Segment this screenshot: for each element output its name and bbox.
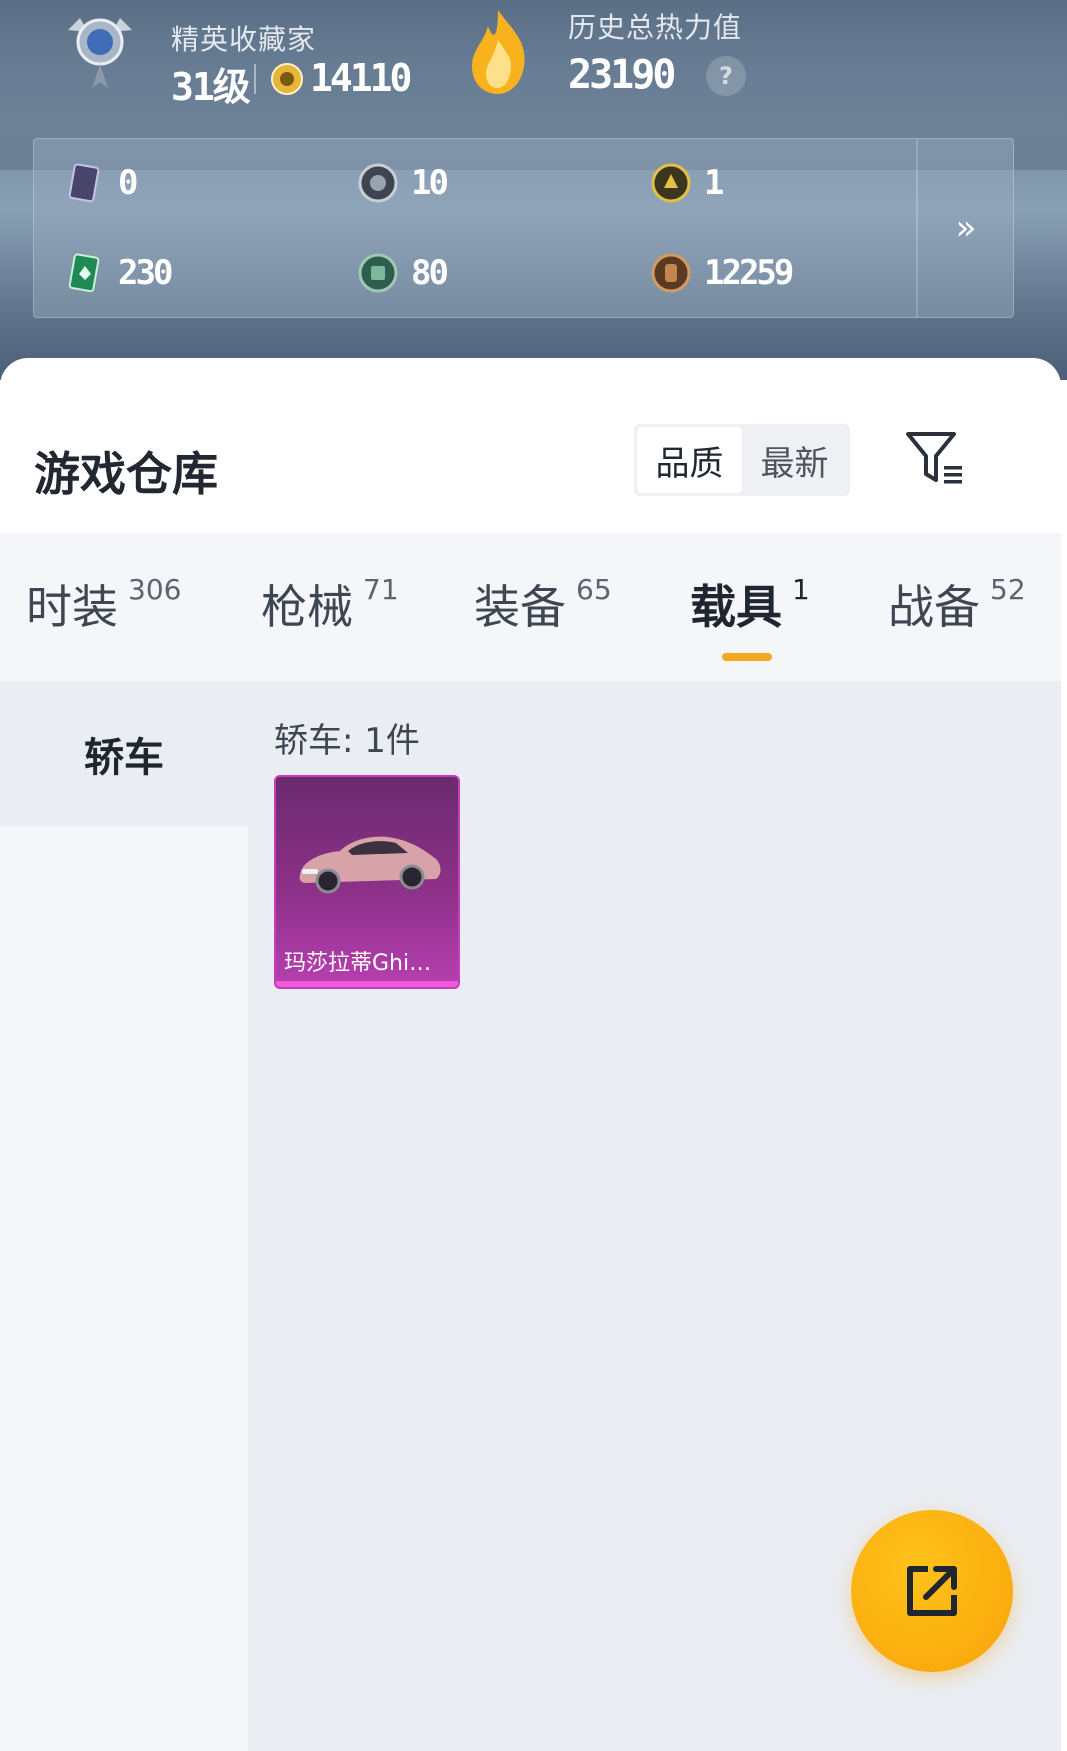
sidebar-item-sedan[interactable]: 轿车 (0, 681, 248, 826)
share-export-button[interactable] (851, 1510, 1013, 1672)
currency-value: 0 (118, 163, 139, 203)
collector-level-block[interactable]: 精英收藏家 31级 14110 (58, 8, 478, 109)
currency-value: 230 (118, 253, 173, 293)
currency-item: 0 (64, 161, 139, 205)
currency-item: 80 (357, 251, 449, 295)
tab-label: 装备 (474, 580, 566, 634)
currency-value: 12259 (704, 253, 794, 293)
more-currencies-button[interactable]: » (918, 139, 1014, 317)
profile-banner: 精英收藏家 31级 14110 历史总热力值 23190 ? 0 10 1 23… (0, 0, 1067, 380)
heat-title: 历史总热力值 (568, 11, 743, 44)
collector-title: 精英收藏家 (171, 23, 317, 56)
currency-value: 80 (411, 253, 449, 293)
currency-value: 10 (411, 163, 449, 203)
currency-item: 230 (64, 251, 173, 295)
silver-coin-icon (358, 163, 398, 203)
heat-value: 23190 (568, 52, 676, 98)
currency-item: 12259 (650, 251, 794, 295)
tab-count: 71 (363, 573, 399, 606)
subcategory-sidebar: 轿车 (0, 681, 248, 1751)
collector-points: 14110 (310, 56, 412, 100)
tab-firearms[interactable]: 枪械 71 (261, 571, 399, 634)
tab-count: 306 (128, 573, 182, 606)
tab-label: 载具 (690, 580, 782, 634)
filter-icon[interactable] (904, 430, 966, 486)
sports-car-image (299, 836, 441, 894)
category-tabs: 时装 306 枪械 71 装备 65 载具 1 战备 52 (0, 533, 1061, 681)
sort-newest-button[interactable]: 最新 (742, 427, 847, 493)
tab-battle-gear[interactable]: 战备 52 (888, 571, 1026, 634)
tab-equipment[interactable]: 装备 65 (474, 571, 612, 634)
currency-panel: 0 10 1 230 80 12259 » (33, 138, 1014, 318)
heat-value-block[interactable]: 历史总热力值 23190 ? (458, 0, 818, 104)
tab-count: 1 (792, 573, 810, 606)
green-card-icon (68, 253, 100, 293)
flame-icon (472, 10, 525, 94)
collector-badge-icon (68, 18, 132, 88)
currency-item: 1 (650, 161, 725, 205)
points-medal-icon (271, 63, 303, 95)
jade-coin-icon (358, 253, 398, 293)
tab-label: 战备 (888, 580, 980, 634)
help-icon[interactable]: ? (706, 56, 746, 96)
sort-toggle: 品质 最新 (634, 424, 850, 496)
collector-level: 31级 (171, 65, 251, 109)
tab-fashion[interactable]: 时装 306 (26, 571, 182, 634)
currency-item: 10 (357, 161, 449, 205)
gold-token-icon (651, 163, 691, 203)
external-link-icon (907, 1566, 957, 1616)
page-title: 游戏仓库 (34, 447, 218, 501)
currency-value: 1 (704, 163, 725, 203)
tab-vehicles[interactable]: 载具 1 (690, 571, 810, 634)
rarity-bar (276, 981, 458, 987)
sort-quality-button[interactable]: 品质 (637, 427, 742, 493)
tab-label: 枪械 (261, 580, 353, 634)
active-tab-indicator (722, 653, 772, 661)
purple-card-icon (68, 163, 100, 203)
item-card[interactable]: 玛莎拉蒂Ghi… (274, 775, 460, 989)
bronze-coin-icon (651, 253, 691, 293)
tab-label: 时装 (26, 580, 118, 634)
item-name: 玛莎拉蒂Ghi… (284, 951, 432, 976)
level-divider (254, 64, 256, 94)
tab-count: 52 (990, 573, 1026, 606)
group-title: 轿车: 1件 (274, 721, 420, 761)
tab-count: 65 (576, 573, 612, 606)
